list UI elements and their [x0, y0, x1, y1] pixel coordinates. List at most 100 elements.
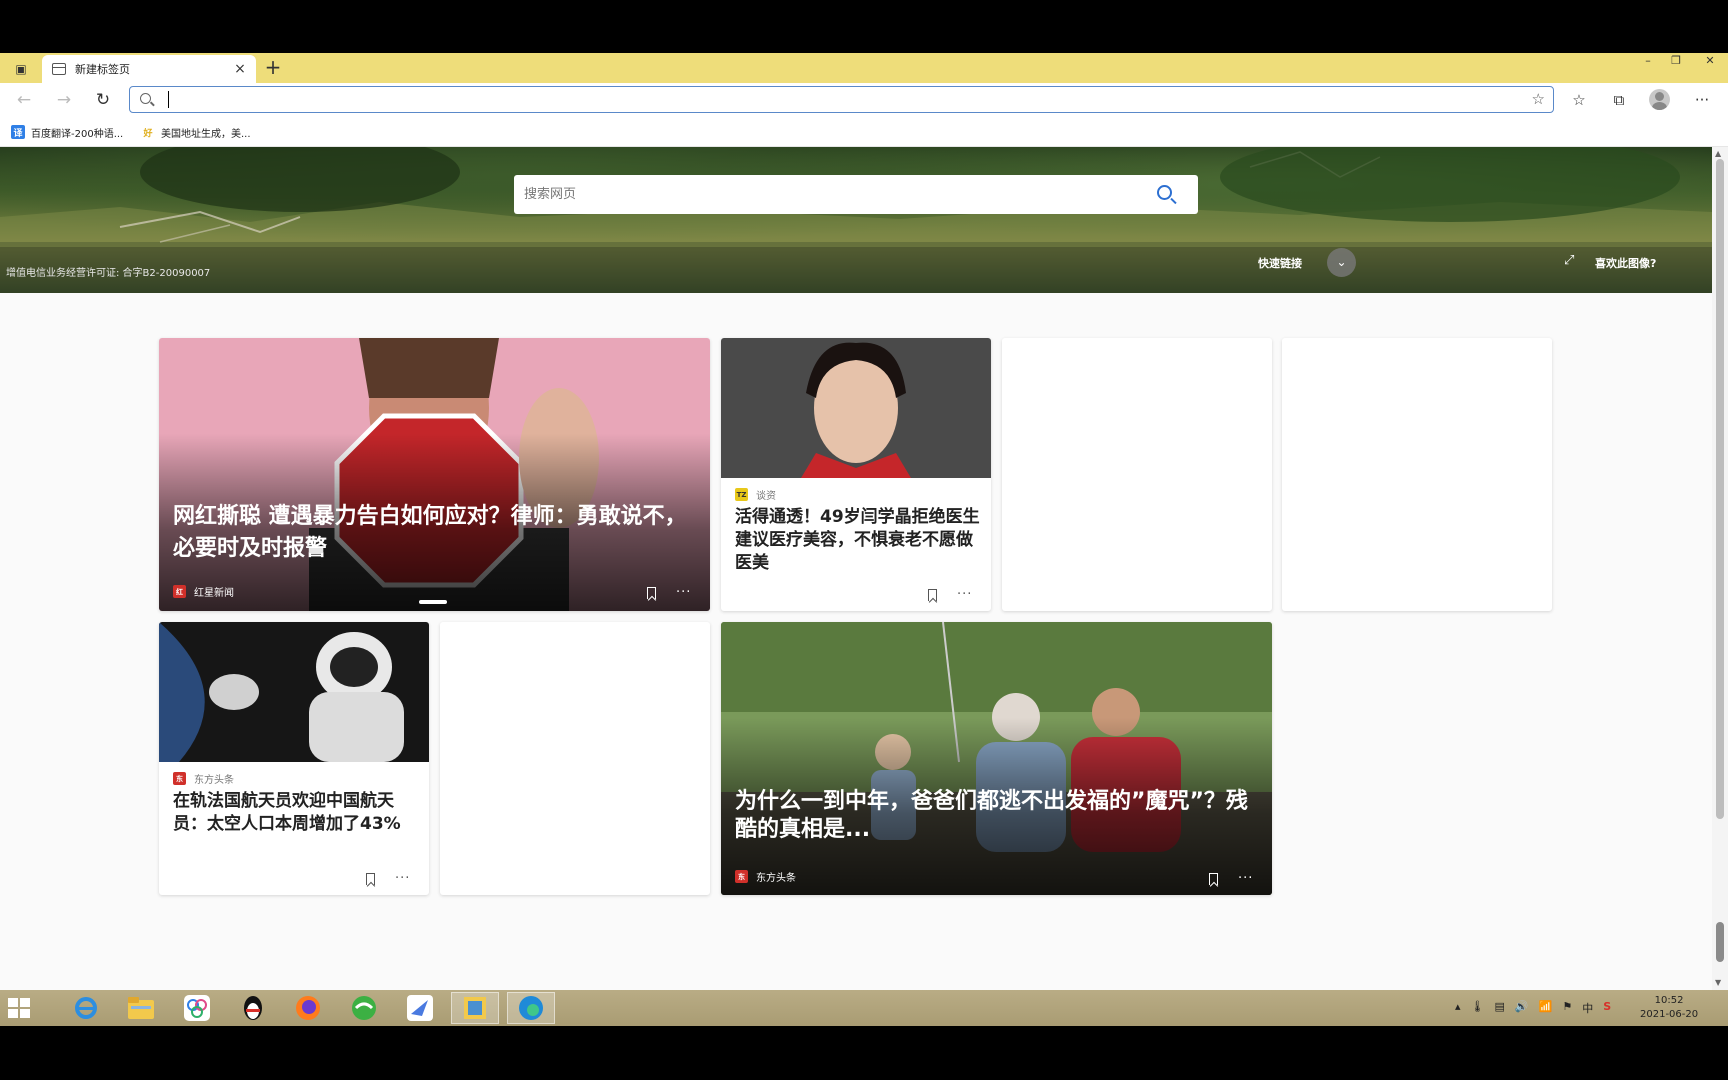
text-caret — [168, 91, 169, 108]
news-source: 东 东方头条 — [173, 771, 234, 786]
bookmarks-bar: 译 百度翻译-200种语... 好 美国地址生成，美... — [0, 117, 1728, 147]
news-card[interactable]: 东 东方头条 在轨法国航天员欢迎中国航天员：太空人口本周增加了43% ··· — [159, 622, 429, 895]
news-card-placeholder[interactable] — [1282, 338, 1552, 611]
search-icon[interactable] — [1157, 185, 1172, 200]
news-title[interactable]: 网红撕聪 遭遇暴力告白如何应对？律师：勇敢说不，必要时及时报警 — [173, 501, 693, 565]
source-name: 东方头条 — [194, 775, 234, 786]
address-input[interactable] — [166, 90, 1496, 109]
minimize-button[interactable]: – — [1636, 53, 1660, 69]
more-options-icon[interactable]: ··· — [957, 587, 972, 602]
edge-browser-icon[interactable] — [507, 992, 555, 1024]
more-menu-icon[interactable]: ··· — [1690, 88, 1714, 112]
show-hidden-icons-icon[interactable]: ▴ — [1455, 1000, 1461, 1016]
favorites-icon[interactable]: ☆ — [1567, 88, 1591, 112]
close-window-button[interactable]: ✕ — [1692, 53, 1728, 69]
baidu-translate-icon: 译 — [11, 125, 25, 139]
news-card-placeholder[interactable] — [440, 622, 710, 895]
card-actions: ··· — [366, 871, 410, 886]
refresh-button[interactable]: ↻ — [91, 88, 115, 112]
360-browser-icon[interactable] — [340, 992, 388, 1024]
astronaut-photo — [159, 622, 429, 762]
browser-toolbar: ← → ↻ ☆ ☆ ⧉ ··· — [0, 83, 1728, 117]
flag-icon[interactable]: ⚑ — [1562, 1000, 1572, 1016]
news-card-large[interactable]: 为什么一到中年，爸爸们都逃不出发福的”魔咒”？残酷的真相是... 东 东方头条 … — [721, 622, 1272, 895]
windows-start-icon[interactable] — [8, 998, 30, 1018]
temperature-icon[interactable]: 🌡 — [1471, 1000, 1485, 1016]
system-clock[interactable]: 10:52 2021-06-20 — [1640, 994, 1698, 1022]
dongfang-logo-icon: 东 — [735, 870, 748, 883]
tab-close-icon[interactable]: × — [230, 61, 250, 77]
bookmark-icon[interactable] — [928, 588, 937, 601]
expand-icon[interactable]: ⤢ — [1564, 253, 1574, 268]
letterbox-top — [0, 0, 1728, 53]
page-scrollbar[interactable]: ▲ ▼ — [1712, 147, 1728, 990]
collections-icon[interactable]: ⧉ — [1607, 88, 1631, 112]
hongxing-logo-icon: 红 — [173, 585, 186, 598]
restore-button[interactable]: ❐ — [1664, 53, 1688, 69]
new-tab-page: 增值电信业务经营许可证: 合字B2-20090007 快速链接 ⌄ ⤢ 喜欢此图… — [0, 147, 1712, 990]
tanzi-logo-icon: TZ — [735, 488, 748, 501]
window-controls: – ❐ ✕ — [1632, 53, 1728, 71]
more-options-icon[interactable]: ··· — [395, 871, 410, 886]
scroll-thumb[interactable] — [1716, 159, 1724, 819]
image-overlay — [159, 338, 710, 611]
web-search-box[interactable] — [514, 175, 1198, 214]
source-name: 谈资 — [756, 491, 776, 502]
carousel-indicator[interactable] — [419, 600, 447, 604]
news-card-placeholder[interactable] — [1002, 338, 1272, 611]
card-actions: ··· — [928, 587, 972, 602]
news-title[interactable]: 在轨法国航天员欢迎中国航天员：太空人口本周增加了43% — [173, 790, 418, 836]
more-options-icon[interactable]: ··· — [676, 585, 691, 600]
more-options-icon[interactable]: ··· — [1238, 871, 1253, 886]
profile-avatar[interactable] — [1649, 89, 1670, 110]
device-icon[interactable]: ▤ — [1495, 1000, 1505, 1016]
scroll-down-icon[interactable]: ▼ — [1715, 978, 1721, 987]
bookmark-label: 百度翻译-200种语... — [31, 128, 124, 140]
bookmark-item[interactable]: 译 百度翻译-200种语... — [11, 124, 123, 140]
qq-penguin-icon[interactable] — [229, 992, 277, 1024]
firefox-icon[interactable] — [284, 992, 332, 1024]
bookmark-icon[interactable] — [1209, 872, 1218, 885]
chevron-down-icon[interactable]: ⌄ — [1327, 248, 1356, 277]
web-search-input[interactable] — [524, 184, 1124, 204]
file-explorer-icon[interactable] — [117, 992, 165, 1024]
news-card[interactable]: TZ 谈资 活得通透！49岁闫学晶拒绝医生建议医疗美容，不惧衰老不愿做医美 ··… — [721, 338, 991, 611]
sogou-input-icon[interactable]: S — [1603, 1000, 1611, 1016]
bookmark-icon[interactable] — [366, 872, 375, 885]
volume-icon[interactable]: 🔊 — [1515, 1000, 1529, 1016]
tab-title: 新建标签页 — [75, 63, 130, 76]
forward-button[interactable]: → — [52, 88, 76, 112]
back-button[interactable]: ← — [12, 88, 36, 112]
quick-links-label[interactable]: 快速链接 — [1258, 255, 1302, 271]
feishu-icon[interactable] — [396, 992, 444, 1024]
bookmark-label: 美国地址生成，美... — [161, 128, 251, 140]
tab-bar: ▣ 新建标签页 × + — [0, 53, 1728, 83]
scroll-thumb-secondary[interactable] — [1716, 922, 1724, 962]
news-source: 东 东方头条 — [735, 869, 796, 884]
like-image-link[interactable]: 喜欢此图像? — [1595, 255, 1656, 271]
new-tab-page-icon — [52, 63, 66, 75]
address-bar[interactable]: ☆ — [129, 86, 1554, 113]
scroll-up-icon[interactable]: ▲ — [1715, 149, 1721, 158]
news-source: 红 红星新闻 — [173, 584, 234, 599]
news-title[interactable]: 活得通透！49岁闫学晶拒绝医生建议医疗美容，不惧衰老不愿做医美 — [735, 506, 980, 575]
network-icon[interactable]: 📶 — [1539, 1000, 1553, 1016]
internet-explorer-icon[interactable] — [62, 992, 110, 1024]
address-generator-icon: 好 — [143, 128, 153, 139]
sticky-app-icon[interactable] — [451, 992, 499, 1024]
new-tab-button[interactable]: + — [262, 57, 284, 79]
app-icon-rings[interactable] — [173, 992, 221, 1024]
tab-actions-icon[interactable]: ▣ — [8, 59, 34, 79]
tab-new-tab[interactable]: 新建标签页 × — [42, 55, 256, 83]
clock-time: 10:52 — [1654, 995, 1684, 1006]
news-card-large[interactable]: 网红撕聪 遭遇暴力告白如何应对？律师：勇敢说不，必要时及时报警 红 红星新闻 ·… — [159, 338, 710, 611]
bookmark-item[interactable]: 好 美国地址生成，美... — [141, 124, 251, 140]
taskbar: ▴ 🌡 ▤ 🔊 📶 ⚑ 中 S 10:52 2021-06-20 — [0, 990, 1728, 1026]
bookmark-icon[interactable] — [647, 586, 656, 599]
ime-indicator[interactable]: 中 — [1582, 1000, 1593, 1016]
news-title[interactable]: 为什么一到中年，爸爸们都逃不出发福的”魔咒”？残酷的真相是... — [735, 788, 1255, 844]
source-name: 东方头条 — [756, 873, 796, 884]
card-actions: ··· — [647, 585, 691, 600]
search-icon — [140, 93, 151, 104]
add-favorite-icon[interactable]: ☆ — [1532, 90, 1545, 108]
